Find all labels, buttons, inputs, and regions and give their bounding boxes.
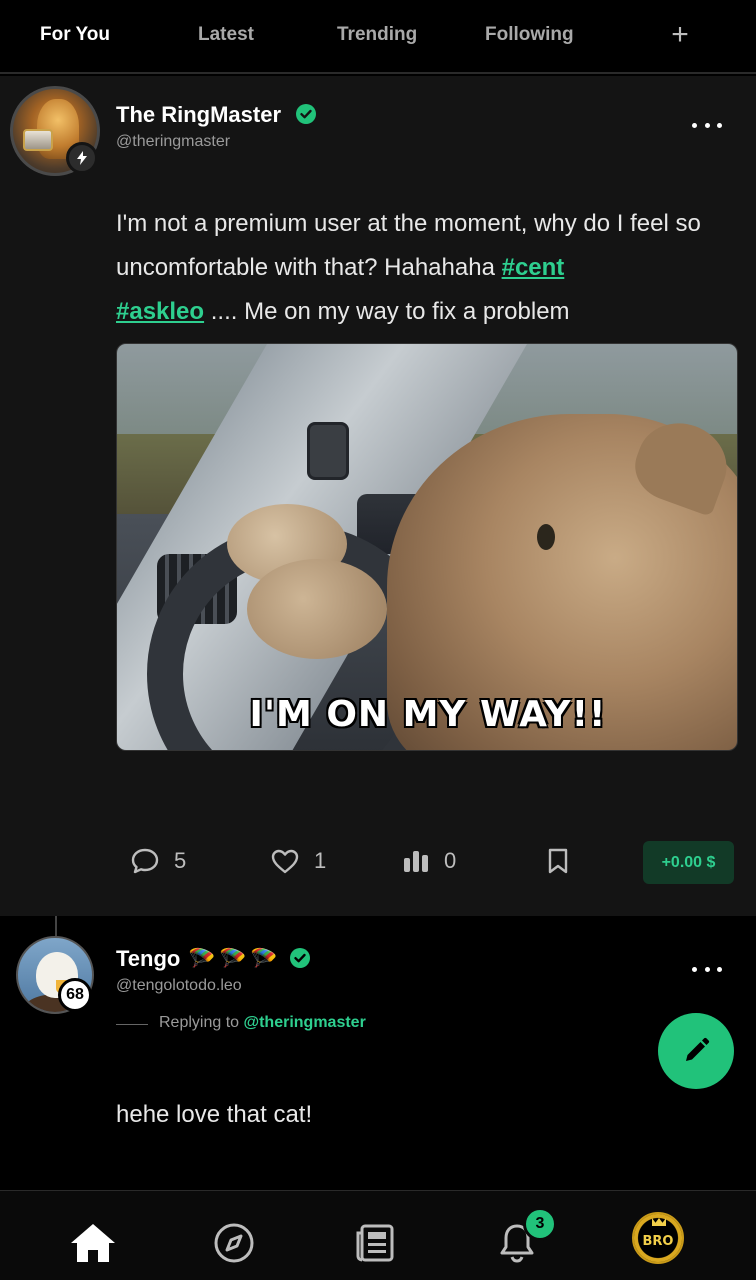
post-text-part: I'm not a premium user at the moment, wh…	[116, 210, 701, 281]
crown-icon	[652, 1218, 666, 1226]
author-emoji: 🪂	[188, 946, 216, 971]
bookmark-icon	[548, 848, 568, 874]
comment-count: 5	[174, 848, 187, 873]
post-text-part: .... Me on my way to fix a problem	[204, 298, 570, 325]
tab-following[interactable]: Following	[485, 24, 574, 46]
level-badge: 68	[58, 978, 92, 1012]
heart-icon	[271, 849, 299, 874]
comment-button[interactable]: 5	[130, 838, 186, 884]
feed-tabs: For You Latest Trending Following +	[0, 0, 756, 74]
post-text: I'm not a premium user at the moment, wh…	[116, 202, 736, 334]
post-image[interactable]: I'M ON MY WAY!!	[116, 343, 738, 751]
author-handle[interactable]: @tengolotodo.leo	[116, 977, 242, 995]
hashtag-link[interactable]: #cent	[502, 254, 565, 281]
like-count: 1	[314, 848, 327, 873]
tab-trending[interactable]: Trending	[337, 24, 417, 46]
nav-news[interactable]	[351, 1219, 399, 1267]
verified-icon	[296, 104, 316, 124]
views-button[interactable]: 0	[402, 838, 456, 884]
hashtag-link[interactable]: #askleo	[116, 298, 204, 325]
bolt-badge-icon	[66, 142, 98, 174]
bro-token-badge[interactable]: BRO	[632, 1212, 684, 1264]
add-tab-button[interactable]: +	[666, 18, 694, 52]
bookmark-button[interactable]	[546, 838, 584, 884]
image-cat-eye	[537, 524, 555, 550]
compass-icon	[214, 1223, 254, 1263]
tab-for-you[interactable]: For You	[40, 24, 110, 46]
comment-icon	[131, 848, 159, 874]
view-count: 0	[444, 848, 457, 873]
nav-explore[interactable]	[210, 1219, 258, 1267]
author-emoji: 🪂	[250, 946, 278, 971]
tab-latest[interactable]: Latest	[198, 24, 254, 46]
author-name[interactable]: The RingMaster	[116, 102, 281, 128]
mention-link[interactable]: @theringmaster	[244, 1014, 366, 1031]
author-handle[interactable]: @theringmaster	[116, 133, 230, 151]
thread-line	[55, 916, 57, 936]
verified-icon	[290, 948, 310, 968]
reply-text: hehe love that cat!	[116, 1101, 313, 1128]
notification-count-badge: 3	[523, 1207, 557, 1241]
nav-home[interactable]	[69, 1219, 117, 1267]
newspaper-icon	[356, 1224, 394, 1262]
replying-to: Replying to @theringmaster	[159, 1014, 366, 1032]
more-options-icon[interactable]	[692, 964, 722, 974]
image-cat-paw	[247, 559, 387, 659]
author-name[interactable]: Tengo	[116, 946, 180, 972]
replying-to-label: Replying to	[159, 1014, 244, 1031]
like-button[interactable]: 1	[270, 838, 326, 884]
tip-button[interactable]: +0.00 $	[643, 841, 734, 884]
home-icon	[71, 1224, 115, 1262]
more-options-icon[interactable]	[692, 120, 722, 130]
compose-button[interactable]	[658, 1013, 734, 1089]
image-caption: I'M ON MY WAY!!	[249, 694, 607, 735]
pencil-icon	[686, 1037, 710, 1061]
image-mirror	[307, 422, 349, 480]
championship-belt	[23, 129, 53, 151]
brand-badge-text: BRO	[642, 1233, 674, 1249]
reply-indicator-line	[116, 1024, 148, 1025]
bar-chart-icon	[404, 851, 428, 872]
reply-card	[0, 916, 756, 1190]
author-emoji: 🪂	[219, 946, 247, 971]
